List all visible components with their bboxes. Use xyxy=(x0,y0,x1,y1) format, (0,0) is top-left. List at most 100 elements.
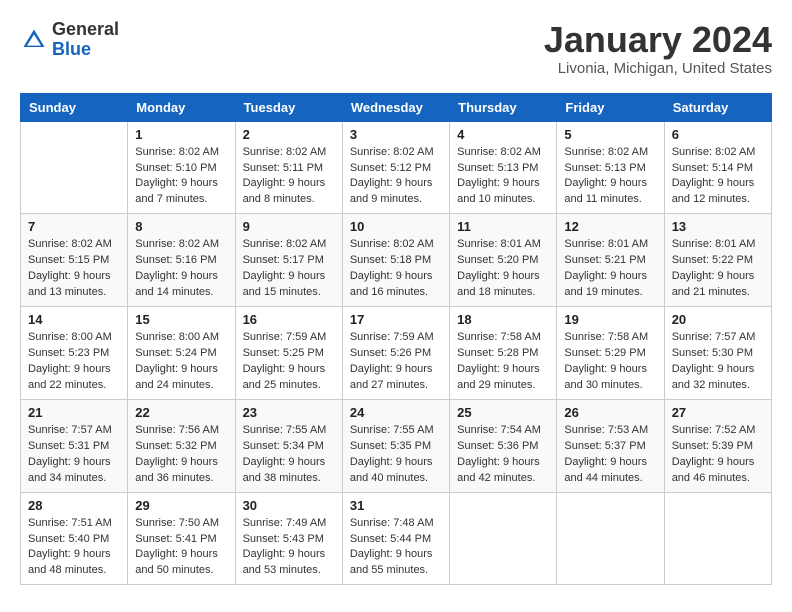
calendar-week-row: 21 Sunrise: 7:57 AM Sunset: 5:31 PM Dayli… xyxy=(21,399,772,492)
calendar-cell: 9 Sunrise: 8:02 AM Sunset: 5:17 PM Daylig… xyxy=(235,214,342,307)
calendar-week-row: 1Sunrise: 8:02 AM Sunset: 5:10 PM Daylig… xyxy=(21,121,772,214)
calendar-cell: 19 Sunrise: 7:58 AM Sunset: 5:29 PM Dayli… xyxy=(557,307,664,400)
day-number: 15 xyxy=(135,312,227,327)
day-number: 20 xyxy=(672,312,764,327)
calendar-cell: 1Sunrise: 8:02 AM Sunset: 5:10 PM Daylig… xyxy=(128,121,235,214)
calendar-cell: 7Sunrise: 8:02 AM Sunset: 5:15 PM Daylig… xyxy=(21,214,128,307)
day-info: Sunrise: 7:55 AM Sunset: 5:35 PM Dayligh… xyxy=(350,423,442,487)
day-info: Sunrise: 8:02 AM Sunset: 5:14 PM Dayligh… xyxy=(672,145,764,209)
calendar-cell: 3 Sunrise: 8:02 AM Sunset: 5:12 PM Daylig… xyxy=(342,121,449,214)
calendar-table: Sunday Monday Tuesday Wednesday Thursday… xyxy=(20,93,772,586)
day-info: Sunrise: 7:50 AM Sunset: 5:41 PM Dayligh… xyxy=(135,516,227,580)
calendar-cell: 16 Sunrise: 7:59 AM Sunset: 5:25 PM Dayli… xyxy=(235,307,342,400)
day-info: Sunrise: 8:02 AM Sunset: 5:16 PM Dayligh… xyxy=(135,237,227,301)
day-info: Sunrise: 8:00 AM Sunset: 5:23 PM Dayligh… xyxy=(28,330,120,394)
day-number: 28 xyxy=(28,498,120,513)
day-number: 14 xyxy=(28,312,120,327)
day-info: Sunrise: 7:58 AM Sunset: 5:28 PM Dayligh… xyxy=(457,330,549,394)
day-number: 19 xyxy=(564,312,656,327)
day-number: 4 xyxy=(457,127,549,142)
logo-text: General Blue xyxy=(52,20,119,60)
header-tuesday: Tuesday xyxy=(235,93,342,121)
calendar-cell xyxy=(664,492,771,585)
day-number: 8 xyxy=(135,219,227,234)
day-number: 13 xyxy=(672,219,764,234)
day-number: 16 xyxy=(243,312,335,327)
day-number: 24 xyxy=(350,405,442,420)
calendar-body: 1Sunrise: 8:02 AM Sunset: 5:10 PM Daylig… xyxy=(21,121,772,585)
calendar-cell xyxy=(450,492,557,585)
day-info: Sunrise: 8:02 AM Sunset: 5:17 PM Dayligh… xyxy=(243,237,335,301)
day-number: 17 xyxy=(350,312,442,327)
calendar-header: Sunday Monday Tuesday Wednesday Thursday… xyxy=(21,93,772,121)
calendar-cell xyxy=(557,492,664,585)
calendar-cell: 17 Sunrise: 7:59 AM Sunset: 5:26 PM Dayli… xyxy=(342,307,449,400)
day-number: 23 xyxy=(243,405,335,420)
calendar-cell: 29 Sunrise: 7:50 AM Sunset: 5:41 PM Dayli… xyxy=(128,492,235,585)
calendar-cell: 20 Sunrise: 7:57 AM Sunset: 5:30 PM Dayli… xyxy=(664,307,771,400)
day-number: 3 xyxy=(350,127,442,142)
calendar-cell: 24 Sunrise: 7:55 AM Sunset: 5:35 PM Dayli… xyxy=(342,399,449,492)
calendar-cell: 23 Sunrise: 7:55 AM Sunset: 5:34 PM Dayli… xyxy=(235,399,342,492)
header-wednesday: Wednesday xyxy=(342,93,449,121)
day-number: 10 xyxy=(350,219,442,234)
calendar-cell: 31Sunrise: 7:48 AM Sunset: 5:44 PM Dayli… xyxy=(342,492,449,585)
day-info: Sunrise: 8:01 AM Sunset: 5:20 PM Dayligh… xyxy=(457,237,549,301)
calendar-cell: 30Sunrise: 7:49 AM Sunset: 5:43 PM Dayli… xyxy=(235,492,342,585)
day-info: Sunrise: 8:02 AM Sunset: 5:11 PM Dayligh… xyxy=(243,145,335,209)
day-number: 31 xyxy=(350,498,442,513)
calendar-cell: 13 Sunrise: 8:01 AM Sunset: 5:22 PM Dayli… xyxy=(664,214,771,307)
calendar-week-row: 28Sunrise: 7:51 AM Sunset: 5:40 PM Dayli… xyxy=(21,492,772,585)
day-info: Sunrise: 8:02 AM Sunset: 5:15 PM Dayligh… xyxy=(28,237,120,301)
calendar-cell: 10 Sunrise: 8:02 AM Sunset: 5:18 PM Dayli… xyxy=(342,214,449,307)
day-info: Sunrise: 8:02 AM Sunset: 5:13 PM Dayligh… xyxy=(564,145,656,209)
calendar-cell: 12 Sunrise: 8:01 AM Sunset: 5:21 PM Dayli… xyxy=(557,214,664,307)
day-info: Sunrise: 7:55 AM Sunset: 5:34 PM Dayligh… xyxy=(243,423,335,487)
day-info: Sunrise: 8:02 AM Sunset: 5:18 PM Dayligh… xyxy=(350,237,442,301)
calendar-cell: 27Sunrise: 7:52 AM Sunset: 5:39 PM Dayli… xyxy=(664,399,771,492)
day-info: Sunrise: 7:57 AM Sunset: 5:30 PM Dayligh… xyxy=(672,330,764,394)
header-saturday: Saturday xyxy=(664,93,771,121)
calendar-cell: 14 Sunrise: 8:00 AM Sunset: 5:23 PM Dayli… xyxy=(21,307,128,400)
day-number: 11 xyxy=(457,219,549,234)
day-info: Sunrise: 7:59 AM Sunset: 5:26 PM Dayligh… xyxy=(350,330,442,394)
calendar-week-row: 7Sunrise: 8:02 AM Sunset: 5:15 PM Daylig… xyxy=(21,214,772,307)
day-info: Sunrise: 8:01 AM Sunset: 5:22 PM Dayligh… xyxy=(672,237,764,301)
calendar-cell: 6 Sunrise: 8:02 AM Sunset: 5:14 PM Daylig… xyxy=(664,121,771,214)
header-monday: Monday xyxy=(128,93,235,121)
day-number: 29 xyxy=(135,498,227,513)
day-info: Sunrise: 8:00 AM Sunset: 5:24 PM Dayligh… xyxy=(135,330,227,394)
day-number: 6 xyxy=(672,127,764,142)
day-number: 5 xyxy=(564,127,656,142)
location-label: Livonia, Michigan, United States xyxy=(544,60,772,77)
day-info: Sunrise: 7:58 AM Sunset: 5:29 PM Dayligh… xyxy=(564,330,656,394)
day-info: Sunrise: 7:57 AM Sunset: 5:31 PM Dayligh… xyxy=(28,423,120,487)
calendar-week-row: 14 Sunrise: 8:00 AM Sunset: 5:23 PM Dayli… xyxy=(21,307,772,400)
calendar-cell: 28Sunrise: 7:51 AM Sunset: 5:40 PM Dayli… xyxy=(21,492,128,585)
calendar-cell: 11 Sunrise: 8:01 AM Sunset: 5:20 PM Dayli… xyxy=(450,214,557,307)
calendar-cell: 26Sunrise: 7:53 AM Sunset: 5:37 PM Dayli… xyxy=(557,399,664,492)
day-info: Sunrise: 7:49 AM Sunset: 5:43 PM Dayligh… xyxy=(243,516,335,580)
calendar-cell: 18 Sunrise: 7:58 AM Sunset: 5:28 PM Dayli… xyxy=(450,307,557,400)
day-number: 18 xyxy=(457,312,549,327)
calendar-cell: 25Sunrise: 7:54 AM Sunset: 5:36 PM Dayli… xyxy=(450,399,557,492)
day-number: 9 xyxy=(243,219,335,234)
calendar-cell: 22Sunrise: 7:56 AM Sunset: 5:32 PM Dayli… xyxy=(128,399,235,492)
day-info: Sunrise: 8:02 AM Sunset: 5:10 PM Dayligh… xyxy=(135,145,227,209)
days-of-week-row: Sunday Monday Tuesday Wednesday Thursday… xyxy=(21,93,772,121)
day-number: 21 xyxy=(28,405,120,420)
calendar-cell xyxy=(21,121,128,214)
logo-icon xyxy=(20,26,48,54)
calendar-cell: 4 Sunrise: 8:02 AM Sunset: 5:13 PM Daylig… xyxy=(450,121,557,214)
day-number: 27 xyxy=(672,405,764,420)
day-info: Sunrise: 7:56 AM Sunset: 5:32 PM Dayligh… xyxy=(135,423,227,487)
day-info: Sunrise: 7:59 AM Sunset: 5:25 PM Dayligh… xyxy=(243,330,335,394)
header-thursday: Thursday xyxy=(450,93,557,121)
day-info: Sunrise: 8:02 AM Sunset: 5:13 PM Dayligh… xyxy=(457,145,549,209)
day-number: 12 xyxy=(564,219,656,234)
calendar-cell: 5 Sunrise: 8:02 AM Sunset: 5:13 PM Daylig… xyxy=(557,121,664,214)
calendar-cell: 8 Sunrise: 8:02 AM Sunset: 5:16 PM Daylig… xyxy=(128,214,235,307)
day-info: Sunrise: 8:02 AM Sunset: 5:12 PM Dayligh… xyxy=(350,145,442,209)
day-info: Sunrise: 8:01 AM Sunset: 5:21 PM Dayligh… xyxy=(564,237,656,301)
page-header: General Blue January 2024 Livonia, Michi… xyxy=(20,20,772,77)
